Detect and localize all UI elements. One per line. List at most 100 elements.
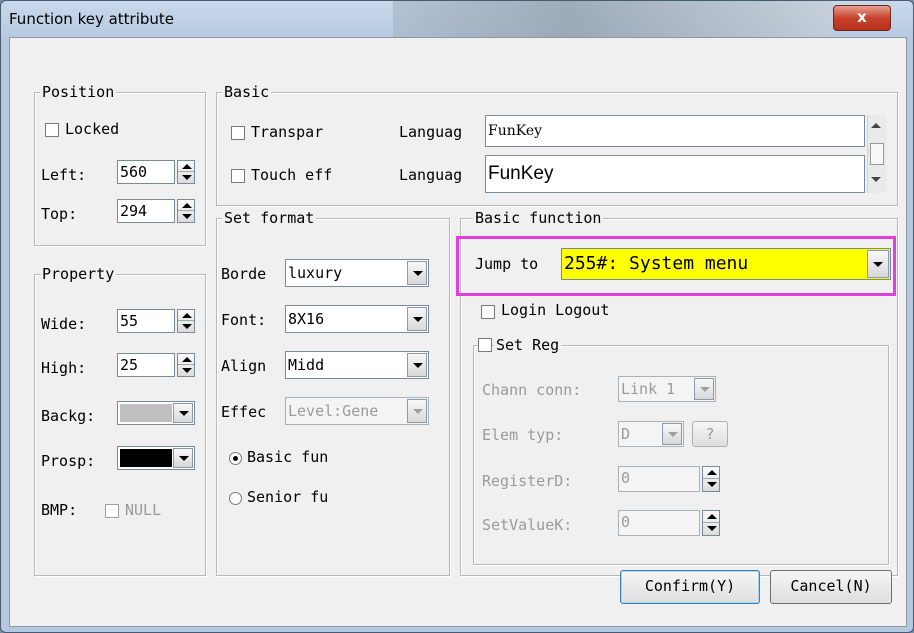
spin-down-icon[interactable] bbox=[178, 321, 194, 332]
spin-up-icon[interactable] bbox=[178, 200, 194, 211]
basic-function-legend: Basic function bbox=[473, 209, 604, 227]
spin-up-icon[interactable] bbox=[178, 161, 194, 172]
spin-up-icon[interactable] bbox=[178, 354, 194, 365]
language1-label: Languag bbox=[399, 123, 463, 141]
scroll-thumb[interactable] bbox=[870, 143, 884, 165]
channel-conn-combo[interactable]: Link 1 bbox=[618, 376, 716, 402]
scroll-up-icon[interactable] bbox=[871, 123, 881, 128]
top-label: Top: bbox=[41, 205, 78, 223]
spin-down-icon[interactable] bbox=[703, 523, 719, 535]
transparent-checkbox[interactable] bbox=[231, 126, 245, 140]
touch-effect-label: Touch eff bbox=[251, 166, 333, 184]
background-color-combo[interactable] bbox=[117, 401, 195, 425]
background-window-glimpse bbox=[393, 1, 833, 37]
bmp-label: BMP: bbox=[41, 501, 78, 519]
chevron-down-icon[interactable] bbox=[173, 403, 193, 423]
chevron-down-icon[interactable] bbox=[662, 423, 682, 445]
register-spinner[interactable] bbox=[702, 466, 720, 492]
border-combo[interactable]: luxury bbox=[285, 259, 429, 287]
spin-down-icon[interactable] bbox=[178, 365, 194, 376]
chevron-down-icon[interactable] bbox=[173, 448, 193, 468]
chevron-down-icon[interactable] bbox=[407, 353, 427, 377]
transparent-label: Transpar bbox=[251, 123, 324, 141]
chevron-down-icon[interactable] bbox=[407, 399, 427, 423]
set-reg-checkbox[interactable] bbox=[478, 338, 492, 352]
effect-combo[interactable]: Level:Gene bbox=[285, 397, 429, 425]
bmp-checkbox[interactable] bbox=[105, 504, 119, 518]
foreground-color-swatch bbox=[120, 449, 172, 467]
cancel-button[interactable]: Cancel(N) bbox=[770, 570, 892, 604]
language2-label: Languag bbox=[399, 166, 463, 184]
spin-down-icon[interactable] bbox=[178, 172, 194, 183]
left-spinner[interactable] bbox=[177, 160, 195, 184]
language2-input[interactable]: FunKey bbox=[485, 155, 865, 193]
scroll-down-icon[interactable] bbox=[871, 177, 881, 182]
chevron-down-icon[interactable] bbox=[694, 378, 714, 400]
basic-function-radio[interactable] bbox=[229, 452, 242, 465]
confirm-button[interactable]: Confirm(Y) bbox=[620, 570, 760, 604]
highlight-annotation-box bbox=[456, 236, 896, 296]
prosp-label: Prosp: bbox=[41, 452, 96, 470]
backg-label: Backg: bbox=[41, 407, 96, 425]
locked-label: Locked bbox=[65, 120, 120, 138]
title-bar[interactable]: Function key attribute x bbox=[1, 1, 913, 37]
border-label: Borde bbox=[221, 265, 267, 283]
spin-down-icon[interactable] bbox=[178, 211, 194, 222]
font-combo[interactable]: 8X16 bbox=[285, 305, 429, 333]
position-legend: Position bbox=[40, 83, 117, 101]
element-type-value: D bbox=[621, 425, 631, 443]
high-input[interactable]: 25 bbox=[117, 353, 175, 377]
channel-conn-label: Chann conn: bbox=[482, 381, 582, 399]
register-input[interactable]: 0 bbox=[618, 466, 700, 492]
set-reg-legend: Set Reg bbox=[494, 336, 562, 354]
left-label: Left: bbox=[41, 166, 87, 184]
language1-input[interactable]: FunKey bbox=[485, 115, 865, 147]
senior-function-radio[interactable] bbox=[229, 492, 242, 505]
set-value-input[interactable]: 0 bbox=[618, 510, 700, 536]
dialog-window: Function key attribute x Position Locked… bbox=[0, 0, 914, 633]
set-value-spinner[interactable] bbox=[702, 510, 720, 536]
high-spinner[interactable] bbox=[177, 353, 195, 377]
window-title: Function key attribute bbox=[9, 10, 175, 28]
align-value: Midd bbox=[288, 356, 325, 374]
spin-up-icon[interactable] bbox=[178, 310, 194, 321]
wide-input[interactable]: 55 bbox=[117, 309, 175, 333]
touch-effect-checkbox[interactable] bbox=[231, 169, 245, 183]
spin-up-icon[interactable] bbox=[703, 467, 719, 479]
close-button[interactable]: x bbox=[833, 5, 891, 31]
wide-label: Wide: bbox=[41, 315, 87, 333]
position-group: Position Locked Left: 560 Top: 294 bbox=[34, 83, 206, 246]
effect-label: Effec bbox=[221, 403, 267, 421]
effect-value: Level:Gene bbox=[288, 402, 379, 420]
bmp-value: NULL bbox=[125, 501, 162, 519]
high-label: High: bbox=[41, 359, 87, 377]
locked-checkbox[interactable] bbox=[45, 123, 59, 137]
set-format-group: Set format Borde luxury Font: 8X16 Align… bbox=[216, 209, 450, 576]
foreground-color-combo[interactable] bbox=[117, 446, 195, 470]
close-icon: x bbox=[857, 8, 867, 26]
language-scrollbar[interactable] bbox=[867, 115, 886, 193]
font-label: Font: bbox=[221, 311, 267, 329]
set-format-legend: Set format bbox=[222, 209, 317, 227]
element-help-button[interactable]: ? bbox=[692, 421, 728, 447]
background-color-swatch bbox=[120, 404, 172, 422]
top-spinner[interactable] bbox=[177, 199, 195, 223]
set-reg-group: Set Reg Chann conn: Link 1 Elem typ: D ?… bbox=[473, 336, 889, 565]
top-input[interactable]: 294 bbox=[117, 199, 175, 223]
senior-function-radio-label: Senior fu bbox=[247, 488, 329, 506]
font-value: 8X16 bbox=[288, 310, 325, 328]
login-logout-checkbox[interactable] bbox=[481, 305, 495, 319]
chevron-down-icon[interactable] bbox=[407, 307, 427, 331]
align-combo[interactable]: Midd bbox=[285, 351, 429, 379]
left-input[interactable]: 560 bbox=[117, 160, 175, 184]
border-value: luxury bbox=[288, 264, 343, 282]
property-group: Property Wide: 55 High: 25 Backg: Prosp:… bbox=[34, 265, 206, 576]
login-logout-label: Login Logout bbox=[501, 301, 610, 319]
dialog-client-area: Position Locked Left: 560 Top: 294 Prope… bbox=[9, 37, 907, 627]
wide-spinner[interactable] bbox=[177, 309, 195, 333]
spin-up-icon[interactable] bbox=[703, 511, 719, 523]
chevron-down-icon[interactable] bbox=[407, 261, 427, 285]
element-type-combo[interactable]: D bbox=[618, 421, 684, 447]
spin-down-icon[interactable] bbox=[703, 479, 719, 491]
align-label: Align bbox=[221, 357, 267, 375]
